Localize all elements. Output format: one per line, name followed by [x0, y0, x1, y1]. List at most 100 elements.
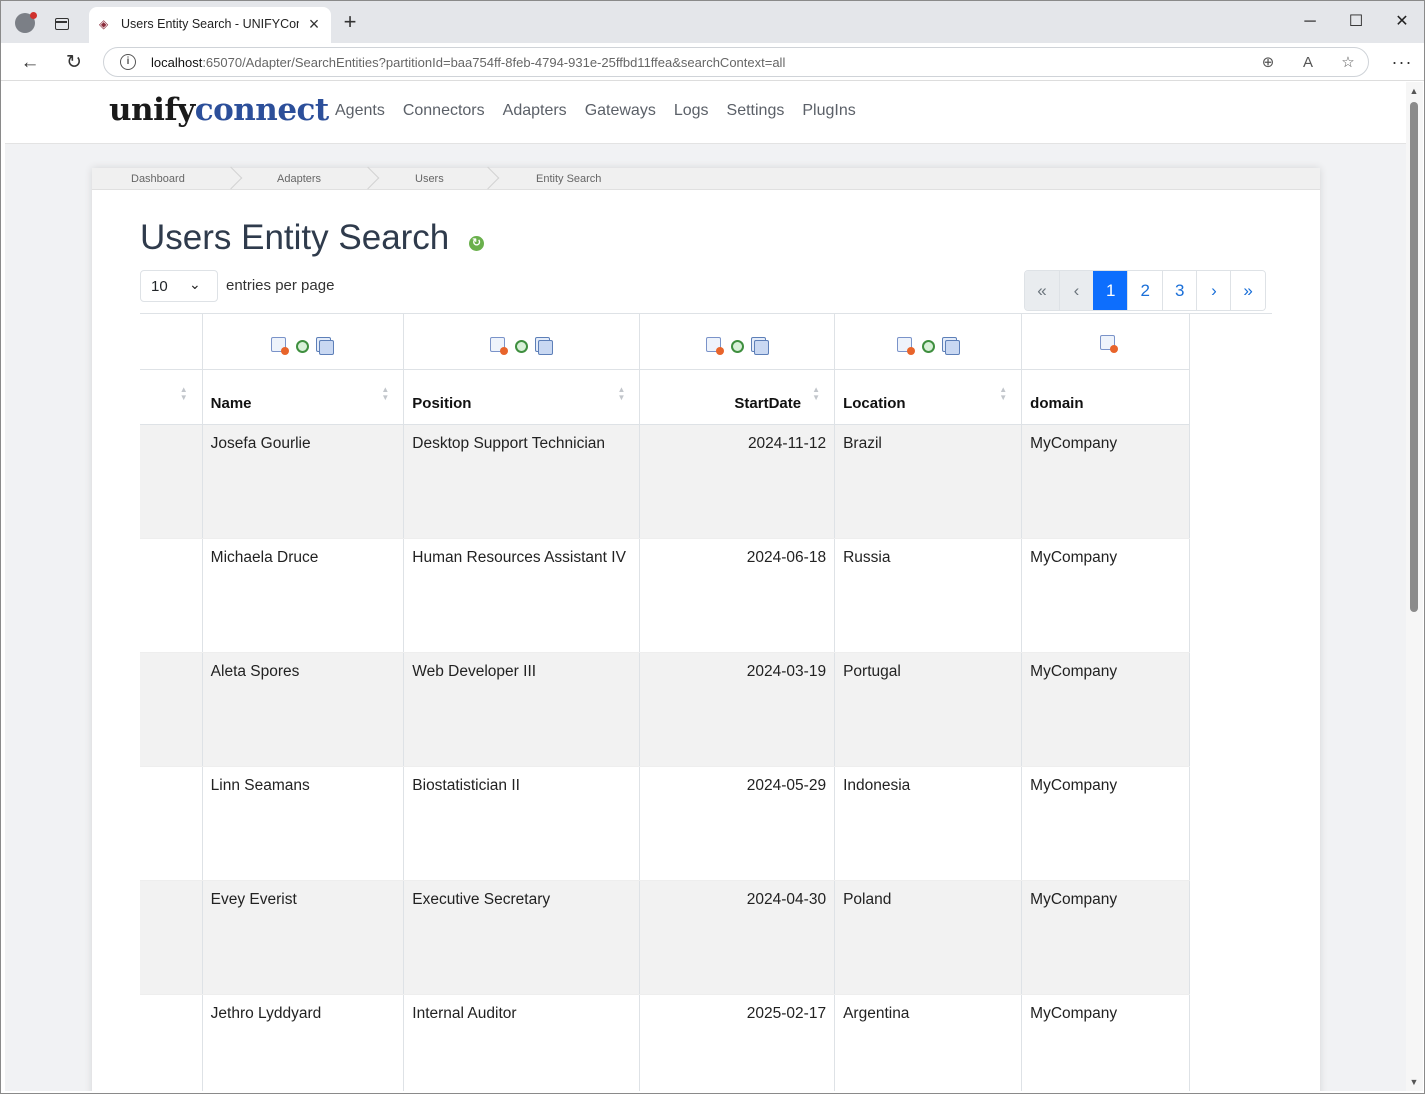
- breadcrumb-users[interactable]: Users: [415, 173, 444, 185]
- page-viewport: unifyconnect Agents Connectors Adapters …: [5, 82, 1406, 1091]
- url-field[interactable]: i localhost:65070/Adapter/SearchEntities…: [103, 47, 1369, 77]
- maximize-button[interactable]: ☐: [1341, 11, 1371, 33]
- content-card: Dashboard Adapters Users Entity Search U…: [92, 168, 1320, 1091]
- scroll-up-icon[interactable]: ▲: [1409, 86, 1419, 96]
- copy-icon[interactable]: [944, 339, 960, 355]
- menu-item-gateways[interactable]: Gateways: [585, 102, 656, 120]
- favorite-star-icon[interactable]: ☆: [1338, 53, 1358, 73]
- header-label: StartDate: [734, 394, 802, 412]
- breadcrumb-adapters[interactable]: Adapters: [277, 173, 321, 185]
- menu-item-logs[interactable]: Logs: [674, 102, 709, 120]
- page-3-button[interactable]: 3: [1161, 271, 1197, 310]
- breadcrumb-separator: [366, 168, 380, 190]
- cell-position: Human Resources Assistant IV: [403, 538, 641, 653]
- browser-window: ◈ Users Entity Search - UNIFYConnect × +…: [0, 0, 1425, 1094]
- chevron-down-icon: ⌄: [189, 276, 201, 292]
- back-icon[interactable]: ←: [17, 50, 43, 76]
- menu-item-plugins[interactable]: PlugIns: [802, 102, 855, 120]
- column-header-location[interactable]: Location ▲ ▼: [834, 369, 1023, 425]
- cell-position: Biostatistician II: [403, 766, 641, 881]
- zoom-icon[interactable]: [515, 339, 529, 353]
- cell-name: Linn Seamans: [202, 766, 405, 881]
- page-last-button[interactable]: »: [1230, 271, 1265, 310]
- sort-icon[interactable]: ▲ ▼: [381, 385, 389, 402]
- header-label: Position: [412, 394, 472, 412]
- scroll-thumb[interactable]: [1410, 102, 1418, 612]
- table-row[interactable]: are Jethro Lyddyard Internal Auditor 202…: [140, 994, 1190, 1091]
- zoom-icon[interactable]: [296, 339, 310, 353]
- page-title: Users Entity Search: [140, 218, 450, 257]
- menu-item-settings[interactable]: Settings: [727, 102, 785, 120]
- column-header-position[interactable]: Position ▲ ▼: [403, 369, 641, 425]
- breadcrumb-dashboard[interactable]: Dashboard: [131, 173, 185, 185]
- header-label: Name: [210, 394, 252, 412]
- browser-tab[interactable]: ◈ Users Entity Search - UNIFYConnect ×: [89, 7, 331, 43]
- zoom-icon[interactable]: ⊕: [1258, 53, 1278, 73]
- refresh-icon[interactable]: ↻: [469, 236, 484, 251]
- page-prev-button[interactable]: ‹: [1059, 271, 1093, 310]
- more-options-icon[interactable]: ···: [1389, 50, 1415, 76]
- entries-per-page-select[interactable]: 10 ⌄: [140, 270, 218, 302]
- column-header-truncated[interactable]: ▲ ▼: [140, 369, 203, 425]
- results-table-container[interactable]: ▲ ▼ Name ▲ ▼ Position ▲ ▼ StartDate ▲ ▼ Locatio…: [140, 313, 1272, 1091]
- table-row[interactable]: are Evey Everist Executive Secretary 202…: [140, 880, 1190, 995]
- page-2-button[interactable]: 2: [1127, 271, 1162, 310]
- menu-item-agents[interactable]: Agents: [335, 102, 385, 120]
- column-tools-cell: [202, 314, 405, 370]
- copy-icon[interactable]: [538, 339, 554, 355]
- cell-truncated: are: [140, 880, 203, 995]
- url-text[interactable]: localhost:65070/Adapter/SearchEntities?p…: [151, 55, 785, 70]
- brand-logo[interactable]: unifyconnect: [109, 92, 329, 128]
- column-header-name[interactable]: Name ▲ ▼: [202, 369, 405, 425]
- zoom-icon[interactable]: [730, 339, 744, 353]
- page-first-button[interactable]: «: [1025, 271, 1059, 310]
- cell-name: Josefa Gourlie: [202, 424, 405, 539]
- page-scrollbar[interactable]: ▲ ▼: [1406, 82, 1423, 1091]
- url-host: localhost: [151, 55, 203, 70]
- filter-doc-icon[interactable]: [896, 336, 915, 355]
- header-row: ▲ ▼ Name ▲ ▼ Position ▲ ▼ StartDate ▲ ▼ Locatio…: [140, 369, 1190, 425]
- table-row[interactable]: e Josefa Gourlie Desktop Support Technic…: [140, 424, 1190, 539]
- menu-item-connectors[interactable]: Connectors: [403, 102, 485, 120]
- minimize-button[interactable]: ─: [1295, 11, 1325, 33]
- sort-icon[interactable]: ▲ ▼: [180, 385, 188, 402]
- table-row[interactable]: e Michaela Druce Human Resources Assista…: [140, 538, 1190, 653]
- breadcrumb-separator: [486, 168, 500, 190]
- menu-item-adapters[interactable]: Adapters: [503, 102, 567, 120]
- page-1-button[interactable]: 1: [1093, 271, 1128, 310]
- site-info-icon[interactable]: i: [120, 54, 136, 70]
- close-window-button[interactable]: ✕: [1387, 11, 1417, 33]
- reload-icon[interactable]: ↻: [61, 50, 87, 76]
- column-header-domain[interactable]: domain: [1021, 369, 1190, 425]
- column-header-startdate[interactable]: StartDate ▲ ▼: [639, 369, 836, 425]
- cell-startdate: 2024-06-18: [639, 538, 836, 653]
- filter-doc-icon[interactable]: [1100, 335, 1119, 354]
- column-tools-cell: [834, 314, 1023, 370]
- filter-doc-icon[interactable]: [271, 336, 290, 355]
- cell-name: Jethro Lyddyard: [202, 994, 405, 1091]
- column-tools-cell: [639, 314, 836, 370]
- notification-dot-icon: [30, 12, 37, 19]
- cell-location: Portugal: [834, 652, 1023, 767]
- scroll-down-icon[interactable]: ▼: [1409, 1077, 1419, 1087]
- tab-actions-icon[interactable]: [55, 18, 69, 30]
- sort-icon[interactable]: ▲ ▼: [812, 385, 820, 402]
- table-row[interactable]: are Aleta Spores Web Developer III 2024-…: [140, 652, 1190, 767]
- sort-icon[interactable]: ▲ ▼: [618, 385, 626, 402]
- filter-doc-icon[interactable]: [705, 336, 724, 355]
- copy-icon[interactable]: [319, 339, 335, 355]
- cell-domain: MyCompany: [1021, 652, 1190, 767]
- filter-doc-icon[interactable]: [490, 336, 509, 355]
- read-aloud-icon[interactable]: A: [1298, 53, 1318, 73]
- column-tools-cell: [140, 314, 203, 370]
- zoom-icon[interactable]: [921, 339, 935, 353]
- sort-icon[interactable]: ▲ ▼: [999, 385, 1007, 402]
- new-tab-icon[interactable]: +: [339, 11, 361, 33]
- tab-close-icon[interactable]: ×: [304, 14, 324, 34]
- tab-title: Users Entity Search - UNIFYConnect: [121, 17, 299, 31]
- table-row[interactable]: are Linn Seamans Biostatistician II 2024…: [140, 766, 1190, 881]
- copy-icon[interactable]: [753, 339, 769, 355]
- page-next-button[interactable]: ›: [1196, 271, 1231, 310]
- cell-location: Indonesia: [834, 766, 1023, 881]
- cell-domain: MyCompany: [1021, 538, 1190, 653]
